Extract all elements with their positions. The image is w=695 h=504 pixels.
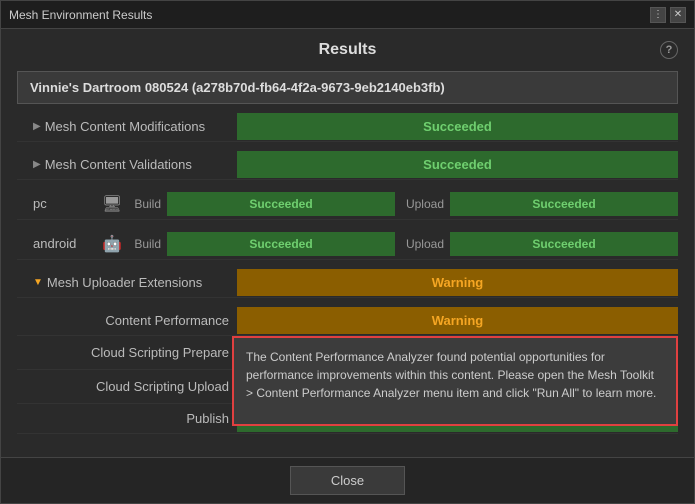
mesh-content-modifications-value: Succeeded [237,113,678,140]
content-performance-label: Content Performance [17,309,237,332]
android-upload-status: Succeeded [450,232,678,256]
mesh-content-validations-label: ▶ Mesh Content Validations [17,153,237,176]
close-window-button[interactable]: ✕ [670,7,686,23]
publish-label: Publish [17,407,237,430]
title-bar: Mesh Environment Results ⋮ ✕ [1,1,694,29]
window-title: Mesh Environment Results [9,8,152,22]
tooltip-text: The Content Performance Analyzer found p… [246,350,656,400]
content-performance-row: Content Performance Warning [17,306,678,336]
mesh-uploader-extensions-label: ▼ Mesh Uploader Extensions [17,271,237,294]
android-label: android [17,232,97,255]
project-name: Vinnie's Dartroom 080524 (a278b70d-fb64-… [30,80,445,95]
sub-items-wrapper: Content Performance Warning Cloud Script… [17,306,678,434]
android-icon: 🤖 [97,234,127,254]
main-window: Mesh Environment Results ⋮ ✕ Results ? V… [0,0,695,504]
collapse-triangle-3[interactable]: ▼ [33,277,43,288]
content-performance-status: Warning [237,307,678,334]
more-options-button[interactable]: ⋮ [650,7,666,23]
pc-upload-status: Succeeded [450,192,678,216]
pc-build-upload: Build Succeeded Upload Succeeded [127,192,678,216]
mesh-content-validations-row: ▶ Mesh Content Validations Succeeded [17,150,678,180]
cloud-scripting-upload-label: Cloud Scripting Upload [17,375,237,398]
collapse-triangle[interactable]: ▶ [33,121,41,132]
mesh-uploader-extensions-status: Warning [237,269,678,296]
pc-build-status: Succeeded [167,192,395,216]
pc-label: pc [17,192,97,215]
android-build-status: Succeeded [167,232,395,256]
project-header: Vinnie's Dartroom 080524 (a278b70d-fb64-… [17,71,678,104]
warning-tooltip: The Content Performance Analyzer found p… [232,336,678,426]
android-build-label: Build [127,237,167,251]
mesh-content-modifications-status: Succeeded [237,113,678,140]
mesh-content-validations-status: Succeeded [237,151,678,178]
android-upload-label: Upload [395,237,450,251]
mesh-content-modifications-label: ▶ Mesh Content Modifications [17,115,237,138]
cloud-scripting-prepare-label: Cloud Scripting Prepare [17,341,237,364]
android-row: android 🤖 Build Succeeded Upload Succeed… [17,228,678,260]
main-content: Results ? Vinnie's Dartroom 080524 (a278… [1,29,694,457]
footer: Close [1,457,694,503]
mesh-uploader-extensions-row: ▼ Mesh Uploader Extensions Warning [17,268,678,298]
results-title-row: Results ? [17,41,678,59]
pc-upload-label: Upload [395,197,450,211]
pc-row: pc 🖥 Build Succeeded Upload Succeeded [17,188,678,220]
mesh-uploader-extensions-value: Warning [237,269,678,296]
mesh-content-validations-value: Succeeded [237,151,678,178]
title-bar-left: Mesh Environment Results [9,8,152,22]
content-performance-value: Warning [237,307,678,334]
mesh-content-modifications-row: ▶ Mesh Content Modifications Succeeded [17,112,678,142]
pc-icon: 🖥 [97,194,127,214]
collapse-triangle-2[interactable]: ▶ [33,159,41,170]
title-bar-controls: ⋮ ✕ [650,7,686,23]
results-heading: Results [319,41,377,58]
close-button[interactable]: Close [290,466,405,495]
help-icon[interactable]: ? [660,41,678,59]
android-build-upload: Build Succeeded Upload Succeeded [127,232,678,256]
pc-build-label: Build [127,197,167,211]
